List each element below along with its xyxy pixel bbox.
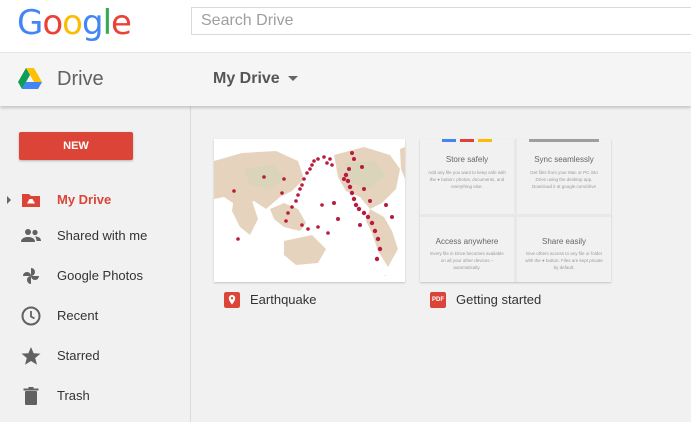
logo-letter-o2: o bbox=[62, 3, 83, 43]
sidebar-item-label: Shared with me bbox=[57, 228, 148, 243]
file-card-getting-started[interactable]: Store safely Add any file you want to ke… bbox=[420, 139, 611, 282]
sidebar-item-trash[interactable]: Trash bbox=[0, 378, 190, 414]
pdf-thumbnail: Store safely Add any file you want to ke… bbox=[420, 139, 611, 282]
search-input[interactable] bbox=[192, 8, 691, 34]
sidebar-item-my-drive[interactable]: My Drive bbox=[0, 182, 190, 218]
shared-icon bbox=[21, 229, 41, 242]
trash-icon bbox=[23, 387, 39, 405]
sidebar-item-starred[interactable]: Starred bbox=[0, 338, 190, 374]
google-logo[interactable]: Google bbox=[17, 3, 132, 43]
preview-section-title: Store safely bbox=[445, 155, 489, 164]
logo-letter-g2: g bbox=[81, 3, 104, 43]
preview-section-title: Share easily bbox=[541, 237, 587, 246]
preview-section-title: Sync seamlessly bbox=[534, 155, 594, 164]
photos-icon bbox=[23, 268, 39, 284]
file-grid: ~ Earthquake Store safely Add any file y… bbox=[191, 106, 691, 422]
sidebar-item-label: Recent bbox=[57, 308, 99, 323]
sidebar-item-shared-with-me[interactable]: Shared with me bbox=[0, 218, 190, 254]
sidebar-item-label: Starred bbox=[57, 348, 100, 363]
map-pin-icon bbox=[224, 292, 240, 308]
preview-color-bar bbox=[529, 139, 599, 142]
preview-section-text: Give others access to any file or folder… bbox=[525, 251, 603, 270]
star-icon bbox=[21, 347, 41, 365]
logo-letter-l: l bbox=[102, 3, 113, 43]
preview-section: Share easily Give others access to any f… bbox=[517, 217, 611, 282]
top-bar: Google bbox=[0, 0, 691, 53]
location-dropdown[interactable]: My Drive bbox=[213, 70, 298, 88]
file-name-text: Getting started bbox=[456, 292, 542, 307]
logo-letter-o1: o bbox=[42, 3, 63, 43]
preview-section-text: Add any file you want to keep safe with … bbox=[428, 170, 506, 189]
preview-section: Store safely Add any file you want to ke… bbox=[420, 139, 514, 214]
file-card-earthquake[interactable]: ~ bbox=[214, 139, 405, 282]
file-name-text: Earthquake bbox=[250, 292, 317, 307]
preview-section-text: Get files from your Mac or PC into Drive… bbox=[530, 170, 598, 189]
my-drive-icon bbox=[22, 194, 40, 207]
preview-color-bar bbox=[442, 139, 456, 142]
preview-section: Access anywhere Every file in Drive beco… bbox=[420, 217, 514, 282]
preview-color-bar bbox=[478, 139, 492, 142]
logo-letter-e: e bbox=[111, 3, 132, 43]
expand-arrow-icon[interactable] bbox=[7, 196, 11, 204]
map-thumbnail: ~ bbox=[214, 139, 405, 282]
drive-logo-icon bbox=[18, 68, 42, 89]
app-title: Drive bbox=[57, 68, 104, 90]
preview-color-bar bbox=[460, 139, 474, 142]
logo-letter-g: G bbox=[17, 3, 43, 43]
sidebar-item-label: My Drive bbox=[57, 192, 112, 207]
search-box[interactable] bbox=[191, 7, 691, 35]
preview-section-title: Access anywhere bbox=[435, 237, 499, 246]
drive-header: Drive My Drive bbox=[0, 53, 691, 106]
preview-section-text: Every file in Drive becomes available on… bbox=[430, 251, 504, 270]
pdf-icon: PDF bbox=[430, 292, 446, 308]
sidebar-item-recent[interactable]: Recent bbox=[0, 298, 190, 334]
location-label: My Drive bbox=[213, 70, 280, 87]
preview-section: Sync seamlessly Get files from your Mac … bbox=[517, 139, 611, 214]
sidebar: NEW My Drive Shared with me Google Photo… bbox=[0, 106, 191, 422]
sidebar-item-label: Google Photos bbox=[57, 268, 144, 283]
sidebar-item-label: Trash bbox=[57, 388, 90, 403]
chevron-down-icon bbox=[287, 76, 298, 82]
new-button[interactable]: NEW bbox=[19, 132, 133, 160]
clock-icon bbox=[21, 306, 41, 326]
sidebar-item-google-photos[interactable]: Google Photos bbox=[0, 258, 190, 294]
